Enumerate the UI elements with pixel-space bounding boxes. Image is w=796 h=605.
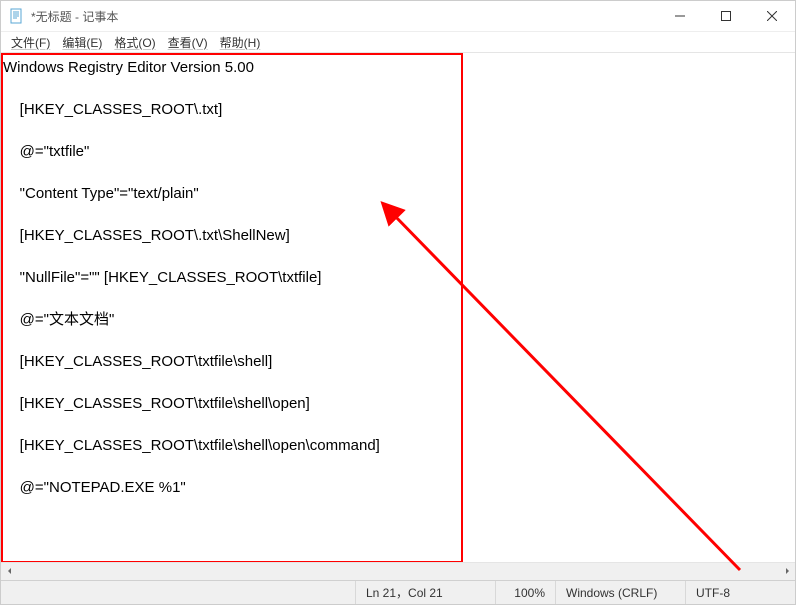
scroll-right-button[interactable] xyxy=(778,563,795,579)
close-button[interactable] xyxy=(749,1,795,31)
editor-content: Windows Registry Editor Version 5.00 [HK… xyxy=(3,57,380,498)
window-controls xyxy=(657,1,795,31)
zoom-level: 100% xyxy=(495,581,555,604)
window-title: *无标题 - 记事本 xyxy=(31,8,657,25)
menu-help[interactable]: 帮助(H) xyxy=(214,34,267,51)
content-area: Windows Registry Editor Version 5.00 [HK… xyxy=(1,53,795,604)
text-editor[interactable]: Windows Registry Editor Version 5.00 [HK… xyxy=(1,53,795,562)
scroll-left-button[interactable] xyxy=(1,563,18,579)
notepad-window: *无标题 - 记事本 文件(F) 编辑(E) 格式(O) 查看(V) 帮助(H)… xyxy=(0,0,796,605)
statusbar-spacer xyxy=(1,581,355,604)
maximize-button[interactable] xyxy=(703,1,749,31)
menu-view[interactable]: 查看(V) xyxy=(162,34,214,51)
app-icon xyxy=(9,8,25,24)
titlebar: *无标题 - 记事本 xyxy=(1,1,795,32)
statusbar: Ln 21，Col 21 100% Windows (CRLF) UTF-8 xyxy=(1,580,795,604)
menu-edit[interactable]: 编辑(E) xyxy=(56,34,108,51)
menu-format[interactable]: 格式(O) xyxy=(108,34,161,51)
menubar: 文件(F) 编辑(E) 格式(O) 查看(V) 帮助(H) xyxy=(1,32,795,53)
line-ending: Windows (CRLF) xyxy=(555,581,685,604)
horizontal-scrollbar[interactable] xyxy=(1,562,795,580)
encoding: UTF-8 xyxy=(685,581,795,604)
menu-file[interactable]: 文件(F) xyxy=(5,34,56,51)
minimize-button[interactable] xyxy=(657,1,703,31)
cursor-position: Ln 21，Col 21 xyxy=(355,581,495,604)
